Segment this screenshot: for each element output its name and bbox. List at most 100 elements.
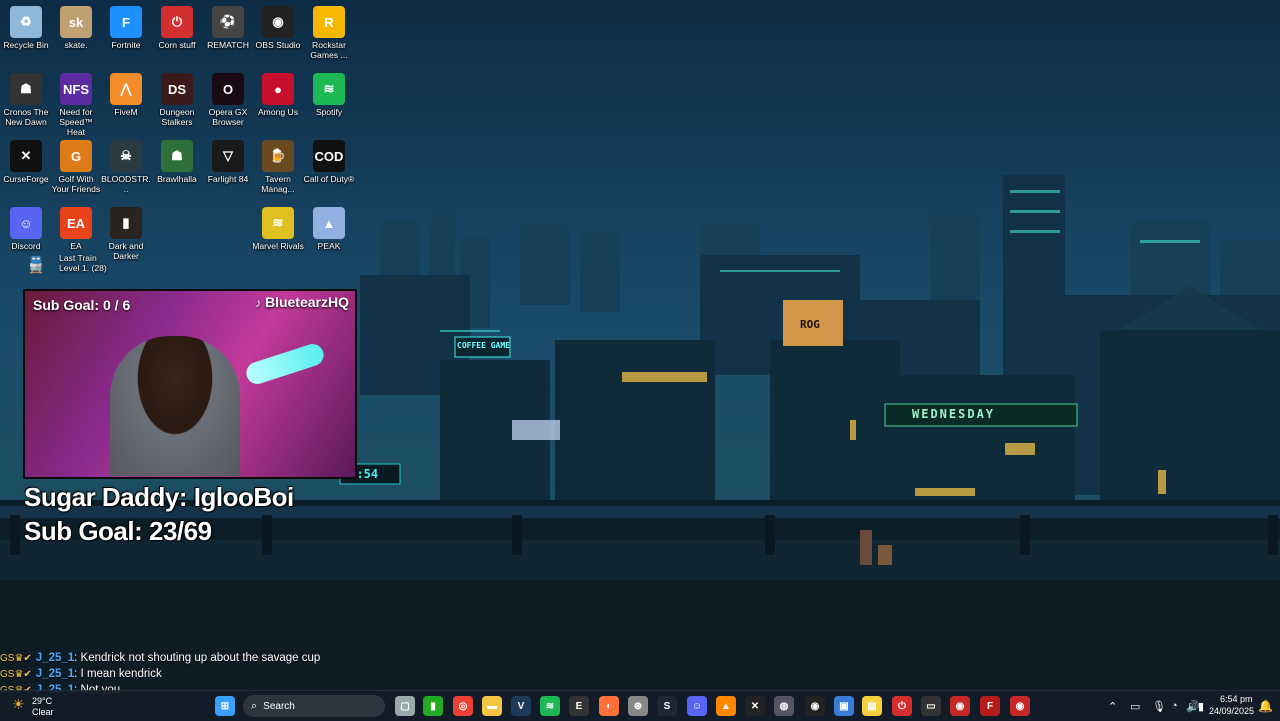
rog-sign: ROG [800,318,820,331]
desktop-icon[interactable]: DS Dungeon Stalkers [151,69,203,127]
farlight-icon: ▽ [212,140,244,172]
app2-icon[interactable]: ◍ [774,696,794,716]
streamer-figure [110,336,240,476]
nfs-icon: NFS [60,73,92,105]
desktop-icon-label: REMATCH [207,40,249,50]
desktop-icon-label: EA [70,241,82,251]
desktop-icon[interactable]: ♻ Recycle Bin [0,2,52,50]
desktop-icon-label: FiveM [114,107,138,117]
curseforge-icon: ✕ [10,140,42,172]
desktop-icon[interactable]: 🍺 Tavern Manag... [252,136,304,194]
desktop-icon[interactable]: ▲ PEAK [303,203,355,251]
desktop-icon[interactable]: ≋ Spotify [303,69,355,117]
tray-network-icon[interactable]: ▭ [1130,700,1140,713]
gifter-text: Sugar Daddy: IglooBoi [24,482,294,512]
obs-icon[interactable]: ◉ [805,696,825,716]
desktop-icon[interactable]: G Golf With Your Friends [50,136,102,194]
discord-icon[interactable]: ☺ [687,696,707,716]
desktop-icon[interactable]: ⋀ FiveM [100,69,152,117]
marvel-rivals-icon: ≋ [262,207,294,239]
chat-username: J_25_1 [35,668,75,680]
desktop-icon[interactable]: EA EA [50,203,102,251]
desktop-icon-label: Recycle Bin [3,40,49,50]
start-icon[interactable]: ⊞ [215,696,235,716]
desktop-icon[interactable]: NFS Need for Speed™ Heat [50,69,102,137]
desktop-icon[interactable]: ✕ CurseForge [0,136,52,184]
discord-icon: ☺ [10,207,42,239]
vegas-icon[interactable]: V [511,696,531,716]
desktop-icon[interactable]: O Opera GX Browser [202,69,254,127]
app3-icon[interactable]: ◉ [950,696,970,716]
desktop-icon[interactable]: sk skate. [50,2,102,50]
dark-darker-icon: ▮ [110,207,142,239]
desktop-icon-label: Discord [11,241,41,251]
desktop-icon-label: Need for Speed™ Heat [59,107,93,137]
power-icon: ⏻ [161,6,193,38]
chat-badges: GS♛✔ [0,653,32,664]
power-app-icon[interactable]: ⏻ [892,696,912,716]
desktop-icon-label: PEAK [317,241,341,251]
epic-games-icon[interactable]: E [569,696,589,716]
chat-text: : Kendrick not shouting up about the sav… [74,652,321,664]
clock-time[interactable]: 6:54 pm [1220,694,1253,704]
wednesday-sign: WEDNESDAY [912,407,996,421]
clock-date[interactable]: 24/09/2025 [1209,706,1254,716]
desktop-icon[interactable]: ◉ OBS Studio [252,2,304,50]
fortnite-icon: F [110,6,142,38]
desktop-icon-label: Opera GX Browser [208,107,248,127]
spotify-icon[interactable]: ≋ [540,696,560,716]
desktop-icon-label: CurseForge [3,174,49,184]
chat-message: GS♛✔ J_25_1: Kendrick not shouting up abo… [0,652,320,664]
desktop-icon[interactable]: ☠ BLOODSTR... [100,136,152,194]
desktop-icon[interactable]: ⚽ REMATCH [202,2,254,50]
ea-icon: EA [60,207,92,239]
weather-widget[interactable]: ☀ 29°C Clear [12,694,62,718]
weather-sun-icon: ☀ [12,696,25,712]
vlc-icon[interactable]: ▲ [716,696,736,716]
app5-icon[interactable]: ◉ [1010,696,1030,716]
rockstar-icon: R [313,6,345,38]
desktop-icon[interactable]: ▽ Farlight 84 [202,136,254,184]
search-box[interactable]: ⌕ Search [243,695,385,717]
cam-sub-goal: Sub Goal: 0 / 6 [33,297,131,313]
desktop-icon-label: BLOODSTR... [101,174,151,194]
desktop-icon-label: Brawlhalla [157,174,197,184]
xbox-icon[interactable]: ▮ [423,696,443,716]
app-icon[interactable]: ⊛ [628,696,648,716]
desktop-icon[interactable]: ☗ Cronos The New Dawn [0,69,52,127]
desktop-icon[interactable]: ⏻ Corn stuff [151,2,203,50]
notes-icon[interactable]: ▤ [862,696,882,716]
search-placeholder: Search [263,700,295,712]
train-widget[interactable]: 🚆 Last Train Level 1. (28) [26,253,116,274]
desktop-icon[interactable]: F Fortnite [100,2,152,50]
golf-icon: G [60,140,92,172]
app4-icon[interactable]: F [980,696,1000,716]
desktop-icon[interactable]: ☺ Discord [0,203,52,251]
capcut-icon[interactable]: ✕ [745,696,765,716]
tray-wifi-icon[interactable]: ◔ [1171,700,1178,712]
tray-battery-icon[interactable]: ▮ [1198,700,1204,713]
desktop-icon[interactable]: ≋ Marvel Rivals [252,203,304,251]
task-view-icon[interactable]: ▢ [395,696,415,716]
desktop-icon[interactable]: R Rockstar Games ... [303,2,355,60]
photos-icon[interactable]: ▣ [834,696,854,716]
desktop-icon[interactable]: COD Call of Duty® [303,136,355,184]
cronos-icon: ☗ [10,73,42,105]
notification-bell-icon[interactable]: 🔔 [1258,699,1273,713]
steam-icon[interactable]: S [657,696,677,716]
tray-chevron-icon[interactable]: ⌃ [1108,700,1117,713]
chat-badges: GS♛✔ [0,669,32,680]
desktop-icon[interactable]: ☗ Brawlhalla [151,136,203,184]
desktop-icon[interactable]: ● Among Us [252,69,304,117]
taskbar: ☀ 29°C Clear ⊞ ▢ ▮ ◎ ▬ V ≋ E ◐ ⊛ S ☺ ▲ ✕ ◍ ◉ ▣ ▤ ⏻ ▭ ◉ F ◉ ⌕ S… [0,690,1280,721]
terminal-icon[interactable]: ▭ [921,696,941,716]
file-explorer-icon[interactable]: ▬ [482,696,502,716]
chat-username: J_25_1 [35,652,75,664]
firefox-icon[interactable]: ◐ [599,696,619,716]
tray-mic-icon[interactable]: 🎙 [1152,700,1166,713]
brawlhalla-icon: ☗ [161,140,193,172]
desktop-icon-label: Tavern Manag... [261,174,295,194]
desktop-icon-label: Dungeon Stalkers [159,107,195,127]
desktop-icon-label: skate. [64,40,88,50]
chrome-icon[interactable]: ◎ [453,696,473,716]
